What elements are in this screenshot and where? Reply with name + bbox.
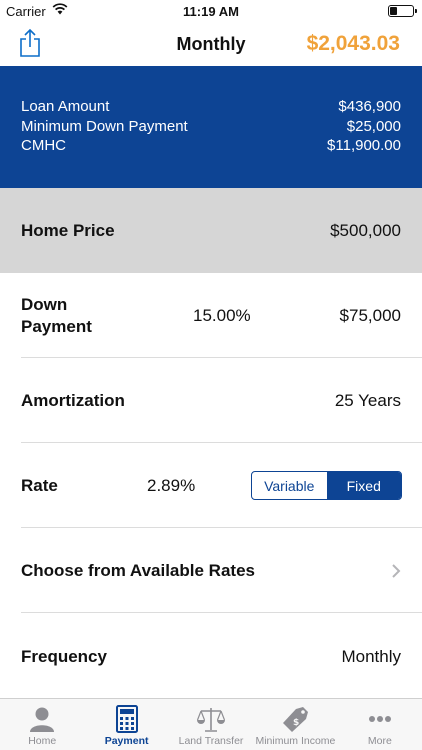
rate-label: Rate: [21, 475, 58, 495]
tab-bar: Home Payment Land Transfer $ Minimum Inc…: [0, 698, 422, 750]
chevron-right-icon: [392, 563, 401, 578]
summary-row-cmhc: CMHC $11,900.00: [21, 136, 401, 156]
nav-bar: Monthly $2,043.03: [0, 22, 422, 66]
home-price-label: Home Price: [21, 220, 115, 240]
summary-label: Minimum Down Payment: [21, 117, 188, 135]
down-payment-percent[interactable]: 15.00%: [193, 306, 251, 326]
rate-row: Rate 2.89% Variable Fixed: [0, 443, 422, 528]
summary-value: $436,900: [338, 98, 401, 115]
tab-minimum-income[interactable]: $ Minimum Income: [253, 699, 337, 750]
tab-label: Payment: [104, 735, 149, 747]
frequency-row[interactable]: Frequency Monthly: [0, 614, 422, 699]
amortization-value[interactable]: 25 Years: [335, 391, 401, 411]
divider: [21, 612, 422, 613]
price-tag-icon: $: [283, 707, 309, 732]
tab-label: More: [367, 735, 392, 747]
frequency-label: Frequency: [21, 646, 107, 666]
tab-label: Minimum Income: [255, 735, 336, 747]
tab-home[interactable]: Home: [0, 699, 84, 750]
calculator-icon: [115, 705, 138, 733]
tab-payment[interactable]: Payment: [84, 699, 168, 750]
tab-land-transfer[interactable]: Land Transfer: [169, 699, 253, 750]
frequency-value[interactable]: Monthly: [341, 647, 401, 667]
tab-more[interactable]: More: [338, 699, 422, 750]
rate-type-segmented-control[interactable]: Variable Fixed: [251, 471, 402, 500]
battery-icon: [388, 5, 417, 17]
home-price-row[interactable]: Home Price $500,000: [0, 188, 422, 273]
amortization-row[interactable]: Amortization 25 Years: [0, 358, 422, 443]
down-payment-row[interactable]: Down Payment 15.00% $75,000: [0, 273, 422, 358]
available-rates-label: Choose from Available Rates: [21, 560, 255, 580]
summary-label: CMHC: [21, 137, 66, 154]
down-payment-value[interactable]: $75,000: [340, 306, 401, 326]
status-bar: Carrier 11:19 AM: [0, 0, 422, 22]
scales-icon: [196, 708, 226, 732]
summary-value: $11,900.00: [327, 137, 401, 154]
rate-value[interactable]: 2.89%: [147, 476, 195, 496]
loan-summary: Loan Amount $436,900 Minimum Down Paymen…: [0, 66, 422, 188]
rate-type-fixed[interactable]: Fixed: [326, 472, 401, 499]
rate-type-variable[interactable]: Variable: [252, 472, 327, 499]
more-icon: [368, 716, 391, 722]
battery-level: [390, 7, 398, 15]
home-price-value[interactable]: $500,000: [330, 221, 401, 241]
tab-label: Land Transfer: [178, 735, 244, 747]
svg-text:$: $: [293, 718, 299, 728]
payment-amount: $2,043.03: [306, 32, 400, 55]
available-rates-row[interactable]: Choose from Available Rates: [0, 528, 422, 613]
person-icon: [30, 707, 55, 732]
summary-value: $25,000: [346, 117, 401, 135]
clock: 11:19 AM: [183, 4, 239, 19]
summary-row-min-down-payment: Minimum Down Payment $25,000: [21, 117, 401, 137]
down-payment-label: Down Payment: [21, 294, 92, 336]
amortization-label: Amortization: [21, 390, 125, 410]
summary-row-loan-amount: Loan Amount $436,900: [21, 97, 401, 117]
summary-label: Loan Amount: [21, 98, 110, 115]
tab-label: Home: [28, 735, 57, 747]
